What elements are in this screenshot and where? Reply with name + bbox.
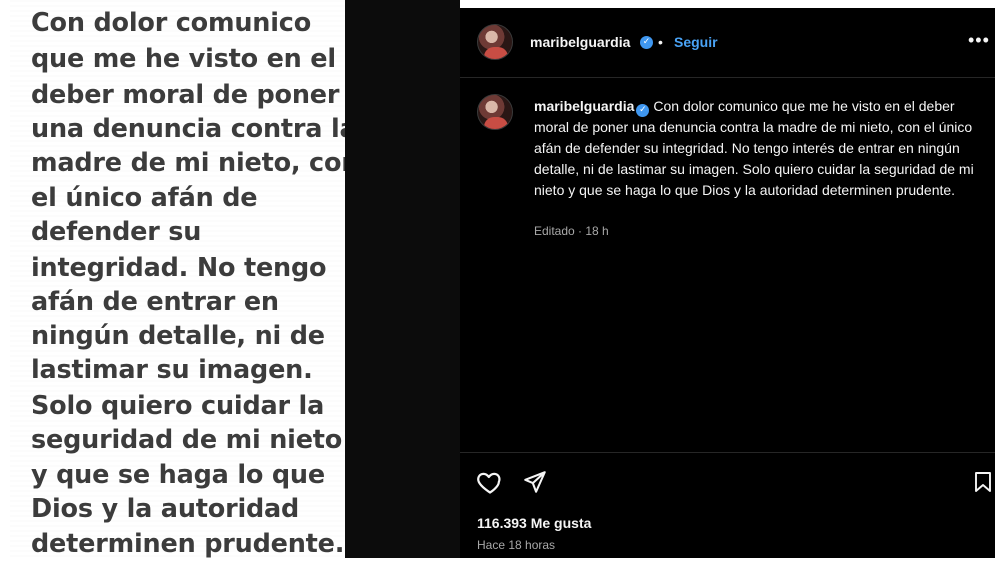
image-text-line: afán de entrar en [31, 287, 279, 317]
image-text-line: una denuncia contra la [31, 114, 345, 144]
follow-button[interactable]: Seguir [674, 34, 718, 50]
post-caption: maribelguardia ✓ Con dolor comunico que me… [534, 96, 984, 201]
image-text-line: determinen prudente. [31, 529, 345, 558]
image-text-line: ningún detalle, ni de [31, 321, 325, 351]
caption-meta: Editado · 18 h [534, 224, 609, 238]
image-text-line: y que se haga lo que [31, 460, 325, 490]
avatar-figure [484, 47, 508, 59]
caption-username[interactable]: maribelguardia [534, 98, 634, 114]
post-side-panel: maribelguardia ✓ • Seguir ••• maribelgua… [460, 8, 995, 558]
image-text-line: el único afán de [31, 183, 258, 213]
post-image: Con dolor comunico que me he visto en el… [10, 0, 345, 558]
image-text-line: defender su [31, 217, 202, 247]
image-text-line: madre de mi nieto, con [31, 148, 345, 178]
header-username[interactable]: maribelguardia [530, 34, 630, 50]
avatar[interactable] [477, 24, 513, 60]
image-text-line: Con dolor comunico [31, 8, 312, 38]
post-header: maribelguardia ✓ • Seguir ••• [460, 8, 995, 78]
heart-icon[interactable] [476, 468, 504, 496]
caption-avatar[interactable] [477, 94, 513, 130]
image-text-line: lastimar su imagen. [31, 355, 313, 385]
image-text-line: integridad. No tengo [31, 253, 327, 283]
image-text-line: Dios y la autoridad [31, 494, 300, 524]
image-text-line: Solo quiero cuidar la [31, 391, 325, 421]
image-text-line: deber moral de poner [31, 80, 340, 110]
more-options-icon[interactable]: ••• [968, 30, 990, 51]
verified-badge-icon: ✓ [636, 104, 650, 117]
post-timestamp: Hace 18 horas [477, 538, 556, 552]
image-text-line: que me he visto en el [31, 44, 336, 74]
verified-badge-icon: ✓ [640, 36, 653, 49]
actions-divider [460, 452, 995, 453]
separator-dot: • [658, 34, 663, 50]
image-dark-margin [345, 0, 460, 558]
image-text-line: seguridad de mi nieto [31, 425, 343, 455]
send-icon[interactable] [522, 469, 548, 495]
bookmark-icon[interactable] [971, 469, 995, 495]
like-count[interactable]: 116.393 Me gusta [477, 515, 591, 531]
avatar-figure [484, 117, 508, 129]
